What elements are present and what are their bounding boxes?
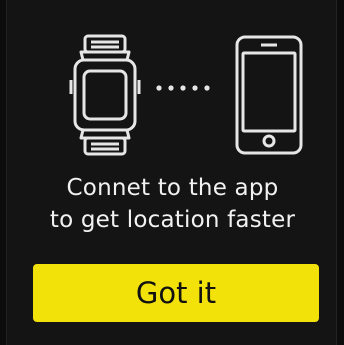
connect-message: Connet to the app to get location faster	[7, 172, 336, 236]
connect-app-dialog: Connet to the app to get location faster…	[6, 0, 337, 345]
connection-illustration	[7, 0, 336, 160]
dotted-connection-icon	[156, 85, 210, 91]
smartphone-icon	[235, 35, 303, 155]
smartwatch-icon	[69, 34, 141, 156]
message-line-2: to get location faster	[49, 207, 296, 233]
message-line-1: Connet to the app	[66, 175, 279, 201]
got-it-button[interactable]: Got it	[33, 264, 319, 322]
